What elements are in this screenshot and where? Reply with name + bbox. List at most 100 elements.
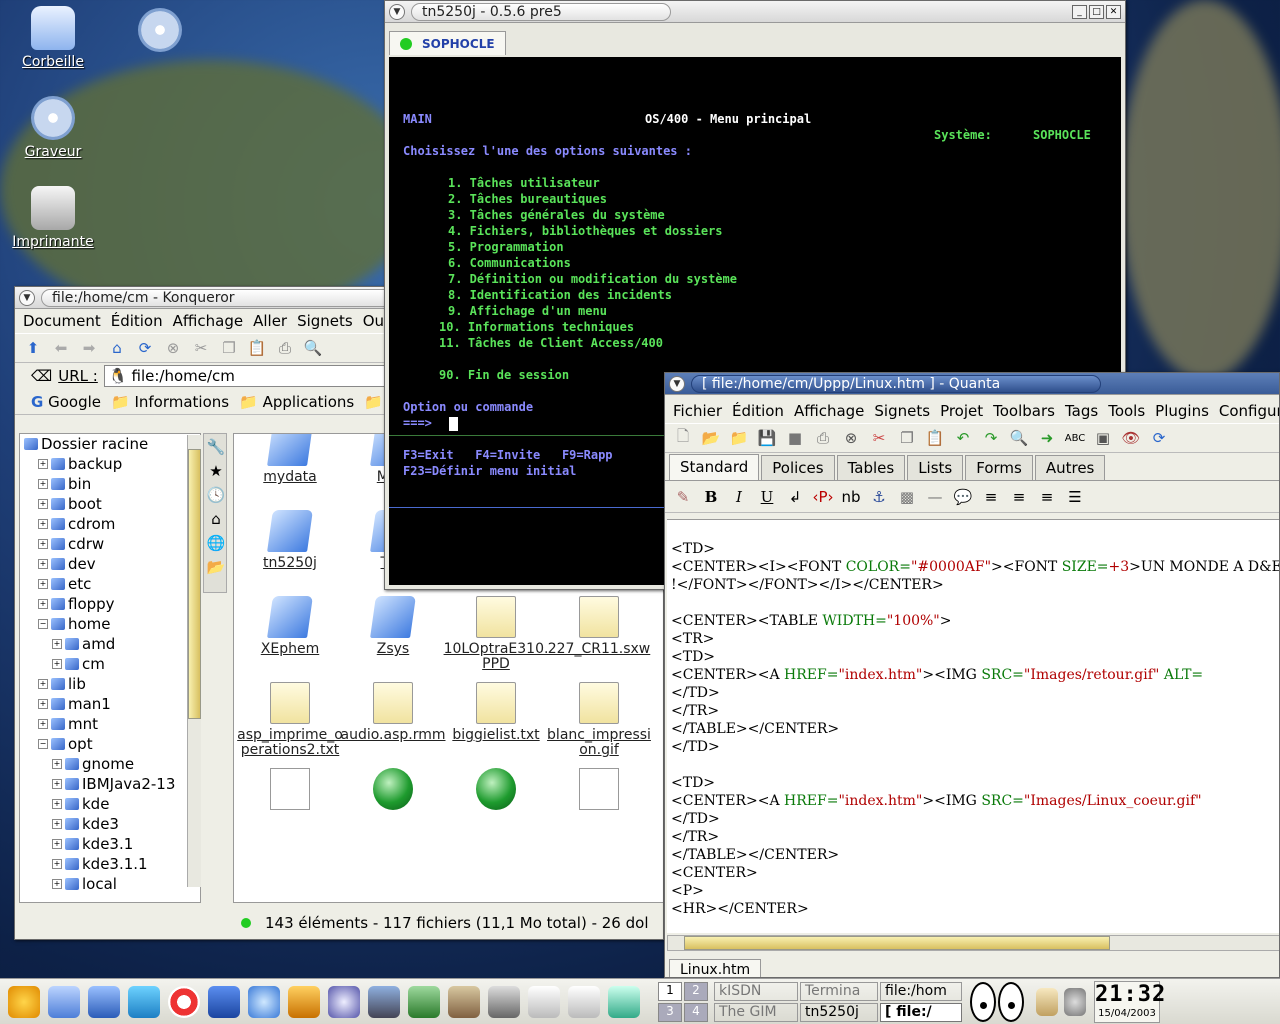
expand-icon[interactable]: +	[38, 679, 48, 689]
expand-icon[interactable]: +	[52, 839, 62, 849]
menu-projet[interactable]: Projet	[940, 402, 983, 420]
editor-icon[interactable]	[288, 985, 320, 1018]
task-quanta[interactable]: [ file:/	[880, 1002, 962, 1022]
tree-item[interactable]: + IBMJava2-13	[24, 774, 200, 794]
gimp-icon[interactable]	[448, 985, 480, 1018]
undo-icon[interactable]: ↶	[951, 427, 975, 449]
bookmark-informations[interactable]: 📁 Informations	[111, 393, 229, 411]
menu-edition[interactable]: Édition	[111, 312, 163, 330]
file-item[interactable]: blanc_impression.gif	[545, 682, 653, 758]
network-icon[interactable]	[368, 985, 400, 1018]
file-item[interactable]: 227_CR11.sxw	[545, 596, 653, 657]
tree-item[interactable]: + man1	[24, 694, 200, 714]
file-item[interactable]: 10LOptraE310.PPD	[442, 596, 550, 672]
tree-item[interactable]: + kde3.1.1	[24, 854, 200, 874]
file-item[interactable]	[236, 768, 344, 814]
tree-item[interactable]: + bin	[24, 474, 200, 494]
preview-icon[interactable]: ▣	[1091, 427, 1115, 449]
back-arrow-icon[interactable]: ⬅	[49, 337, 73, 359]
copy-icon[interactable]: ❐	[895, 427, 919, 449]
tree-item[interactable]: Dossier racine	[24, 434, 200, 454]
tree-item[interactable]: + cm	[24, 654, 200, 674]
close-icon[interactable]: ✕	[1106, 4, 1121, 19]
file-item[interactable]: mydata	[236, 434, 344, 485]
expand-icon[interactable]: −	[38, 739, 48, 749]
tree-item[interactable]: + etc	[24, 574, 200, 594]
expand-icon[interactable]: +	[38, 459, 48, 469]
underline-button[interactable]: U	[755, 486, 779, 508]
window-menu-icon[interactable]: ▼	[389, 3, 405, 20]
file-item[interactable]	[339, 768, 447, 814]
window-menu-icon[interactable]: ▼	[669, 375, 685, 392]
clock[interactable]: 21:32 15/04/2003	[1094, 980, 1165, 1023]
tree-item[interactable]: + kde3.1	[24, 834, 200, 854]
wrench-icon[interactable]: 🔧	[204, 436, 228, 458]
expand-icon[interactable]: +	[52, 759, 62, 769]
italic-button[interactable]: I	[727, 486, 751, 508]
window-menu-icon[interactable]: ▼	[19, 289, 35, 306]
pager-desk-3[interactable]: 3	[658, 1002, 682, 1022]
cut-icon[interactable]: ✂	[867, 427, 891, 449]
file-item[interactable]: XEphem	[236, 596, 344, 657]
menu-tools[interactable]: Tools	[1108, 402, 1145, 420]
home-icon[interactable]	[88, 985, 120, 1018]
konqueror-icon[interactable]	[248, 985, 280, 1018]
menu-tags[interactable]: Tags	[1065, 402, 1098, 420]
bookmark-applications[interactable]: 📁 Applications	[239, 393, 354, 411]
redo-icon[interactable]: ↷	[979, 427, 1003, 449]
task-tn5250j[interactable]: tn5250j	[800, 1002, 878, 1022]
tree-item[interactable]: + kde3	[24, 814, 200, 834]
align-left-icon[interactable]: ≡	[979, 486, 1003, 508]
expand-icon[interactable]: +	[38, 479, 48, 489]
open-file-icon[interactable]: 📂	[699, 427, 723, 449]
print-icon[interactable]: ⎙	[811, 427, 835, 449]
menu-fichier[interactable]: Fichier	[673, 402, 722, 420]
tree-item[interactable]: + gnome	[24, 754, 200, 774]
desktop-icon[interactable]	[48, 985, 80, 1018]
tab-standard[interactable]: Standard	[669, 454, 760, 480]
expand-icon[interactable]: +	[38, 599, 48, 609]
paste-icon[interactable]: 📋	[923, 427, 947, 449]
image-icon[interactable]: ▩	[895, 486, 919, 508]
file-item[interactable]	[442, 768, 550, 814]
maximize-icon[interactable]: □	[1089, 4, 1104, 19]
task-gimp[interactable]: The GIM	[714, 1002, 798, 1022]
paragraph-icon[interactable]: ‹P›	[811, 486, 835, 508]
menu-document[interactable]: Document	[23, 312, 101, 330]
forward-arrow-icon[interactable]: ➡	[77, 337, 101, 359]
session-tab-sophocle[interactable]: SOPHOCLE	[389, 31, 506, 55]
k-menu-icon[interactable]	[8, 985, 40, 1018]
expand-icon[interactable]: +	[38, 719, 48, 729]
cube-icon[interactable]	[208, 985, 240, 1018]
doc-tab-linux-htm[interactable]: Linux.htm	[669, 959, 762, 977]
view-eye-icon[interactable]: 👁	[1119, 427, 1143, 449]
tn5250j-titlebar[interactable]: ▼ tn5250j - 0.5.6 pre5 _ □ ✕	[385, 1, 1125, 23]
writer-icon[interactable]	[528, 985, 560, 1018]
open-project-icon[interactable]: 📁	[727, 427, 751, 449]
draw-icon[interactable]	[568, 985, 600, 1018]
menu-edition[interactable]: Édition	[732, 402, 784, 420]
menu-plugins[interactable]: Plugins	[1155, 402, 1209, 420]
menu-affichage[interactable]: Affichage	[794, 402, 864, 420]
expand-icon[interactable]: −	[38, 619, 48, 629]
spellcheck-icon[interactable]: ABC	[1063, 427, 1087, 449]
file-item[interactable]: tn5250j	[236, 510, 344, 571]
file-item[interactable]: biggielist.txt	[442, 682, 550, 743]
desktop-icon-printer[interactable]: Imprimante	[8, 186, 98, 250]
line-break-icon[interactable]: ↲	[783, 486, 807, 508]
download-icon[interactable]	[1064, 987, 1086, 1016]
menu-signets[interactable]: Signets	[297, 312, 353, 330]
cut-icon[interactable]: ✂	[189, 337, 213, 359]
klipper-icon[interactable]	[1036, 987, 1058, 1016]
pager-desk-1[interactable]: 1	[658, 981, 682, 1001]
tree-item[interactable]: + cdrw	[24, 534, 200, 554]
justify-icon[interactable]: ☰	[1063, 486, 1087, 508]
tab-lists[interactable]: Lists	[907, 455, 964, 480]
tab-autres[interactable]: Autres	[1034, 455, 1106, 480]
tree-scrollbar[interactable]	[187, 435, 201, 887]
task-konqueror[interactable]: file:/hom	[880, 981, 962, 1001]
desktop-icon-trash[interactable]: Corbeille	[8, 6, 98, 70]
tree-item[interactable]: + dev	[24, 554, 200, 574]
reload-icon[interactable]: ⟳	[1147, 427, 1171, 449]
desktop-icon-cdrom[interactable]	[115, 8, 205, 56]
